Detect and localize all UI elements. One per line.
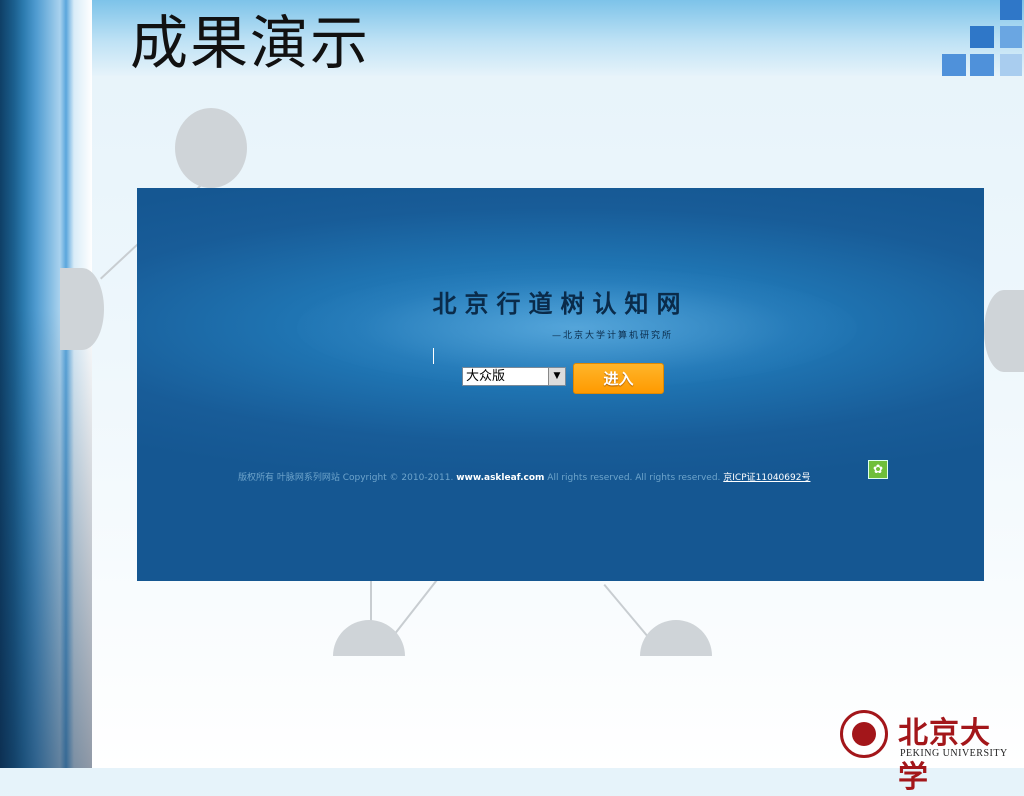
footer-rights: All rights reserved. All rights reserved… [547, 473, 721, 483]
connector-line [603, 584, 650, 639]
decorative-half-circle [640, 620, 712, 656]
police-badge-icon[interactable]: ✿ [868, 460, 888, 479]
website-screenshot: 北京行道树认知网 —北京大学计算机研究所 大众版 ▼ 进入 版权所有 叶脉网系列… [137, 188, 984, 581]
corner-squares-decoration [938, 0, 1024, 80]
version-select-value: 大众版 [466, 369, 506, 384]
chevron-down-icon[interactable]: ▼ [548, 368, 565, 385]
decorative-circle [60, 268, 104, 350]
slide-title: 成果演示 [130, 9, 371, 77]
site-footer: 版权所有 叶脉网系列网站 Copyright © 2010-2011. www.… [238, 470, 810, 483]
connector-line [395, 576, 440, 634]
text-caret [433, 348, 434, 364]
pku-name-en: PEKING UNIVERSITY [900, 748, 1008, 759]
footer-domain-link[interactable]: www.askleaf.com [456, 473, 544, 483]
pku-seal-icon [840, 710, 888, 758]
enter-button[interactable]: 进入 [573, 363, 664, 394]
decorative-circle [175, 108, 247, 188]
footer-copyright: 版权所有 叶脉网系列网站 Copyright © 2010-2011. [238, 473, 454, 483]
pku-logo: 北京大学 PEKING UNIVERSITY [840, 708, 1010, 795]
site-sublogo: —北京大学计算机研究所 [552, 331, 674, 341]
left-stripe-shade [0, 0, 92, 768]
site-logo: 北京行道树认知网 [432, 289, 689, 318]
footer-icp-link[interactable]: 京ICP证11040692号 [723, 473, 810, 483]
decorative-half-circle [333, 620, 405, 656]
decorative-circle [984, 290, 1024, 372]
version-select[interactable]: 大众版 ▼ [462, 367, 566, 386]
